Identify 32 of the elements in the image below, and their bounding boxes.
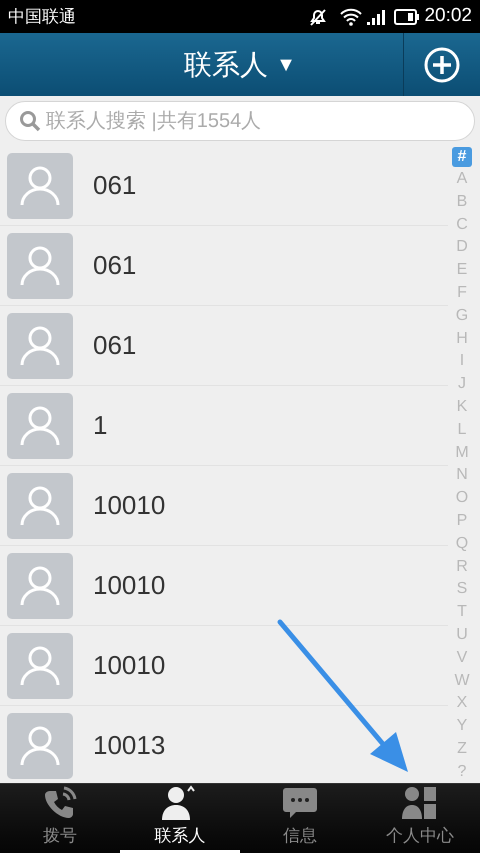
- signal-icon: [366, 8, 386, 26]
- nav-tab[interactable]: 拨号: [0, 784, 120, 853]
- avatar-icon: [7, 552, 73, 618]
- contact-row[interactable]: 1: [0, 386, 448, 466]
- profile-icon: [402, 785, 438, 822]
- contact-row[interactable]: 10010: [0, 626, 448, 706]
- contact-row[interactable]: 10010: [0, 546, 448, 626]
- index-letter[interactable]: #: [452, 147, 472, 167]
- index-letter[interactable]: ?: [458, 760, 466, 783]
- avatar-icon: [7, 392, 73, 458]
- search-field[interactable]: 联系人搜索 |共有1554人: [5, 101, 475, 141]
- contact-row[interactable]: 061: [0, 226, 448, 306]
- search-icon: [19, 110, 41, 132]
- avatar-icon: [7, 312, 73, 378]
- contact-row[interactable]: 061: [0, 306, 448, 386]
- avatar-icon: [7, 712, 73, 778]
- nav-tab[interactable]: 信息: [240, 784, 360, 853]
- avatar-icon: [7, 472, 73, 538]
- nav-tab[interactable]: 联系人: [120, 784, 240, 853]
- title-dropdown[interactable]: 联系人 ▼: [184, 44, 296, 86]
- nav-tab[interactable]: 个人中心: [360, 784, 480, 853]
- carrier-name: 中国联通: [8, 6, 76, 28]
- contact-row[interactable]: 061: [0, 146, 448, 226]
- mute-icon: [308, 6, 328, 26]
- avatar-icon: [7, 632, 73, 698]
- avatar-icon: [7, 152, 73, 218]
- add-icon: [424, 46, 460, 82]
- avatar-icon: [7, 232, 73, 298]
- wifi-icon: [340, 8, 362, 26]
- clock-time: 20:02: [424, 4, 472, 28]
- contact-row[interactable]: 10010: [0, 466, 448, 546]
- battery-icon: [394, 8, 420, 24]
